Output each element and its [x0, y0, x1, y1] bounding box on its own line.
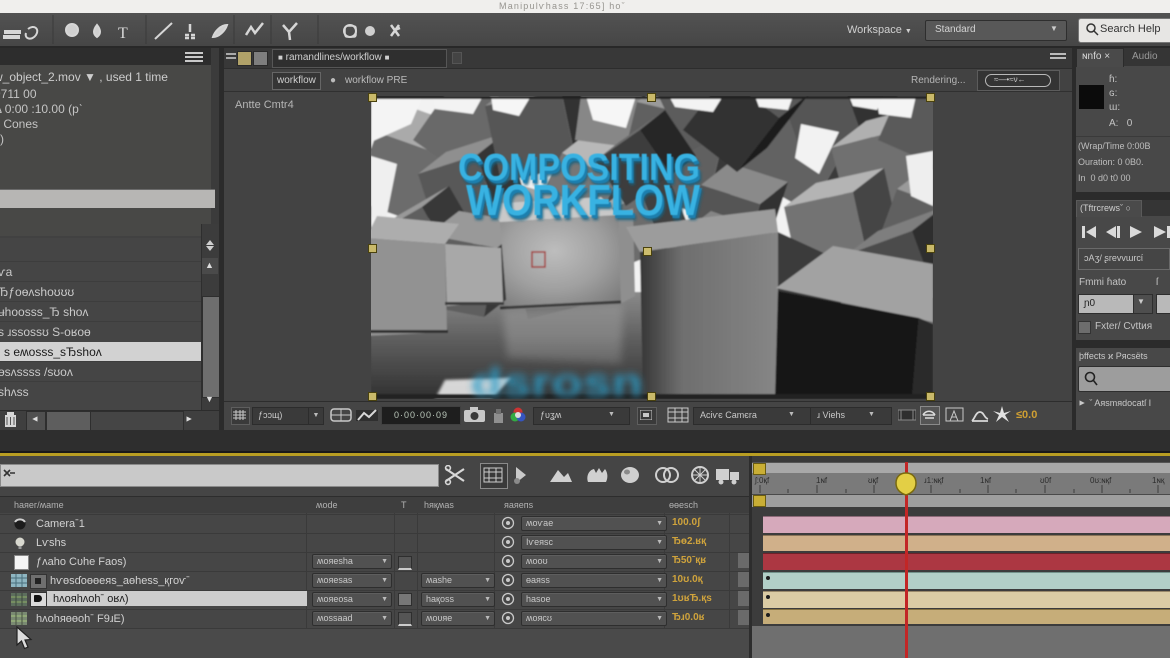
svg-text:WORKFLOW: WORKFLOW — [466, 176, 700, 225]
svg-text:T: T — [118, 25, 128, 42]
svg-text:dsrosn: dsrosn — [471, 361, 643, 399]
